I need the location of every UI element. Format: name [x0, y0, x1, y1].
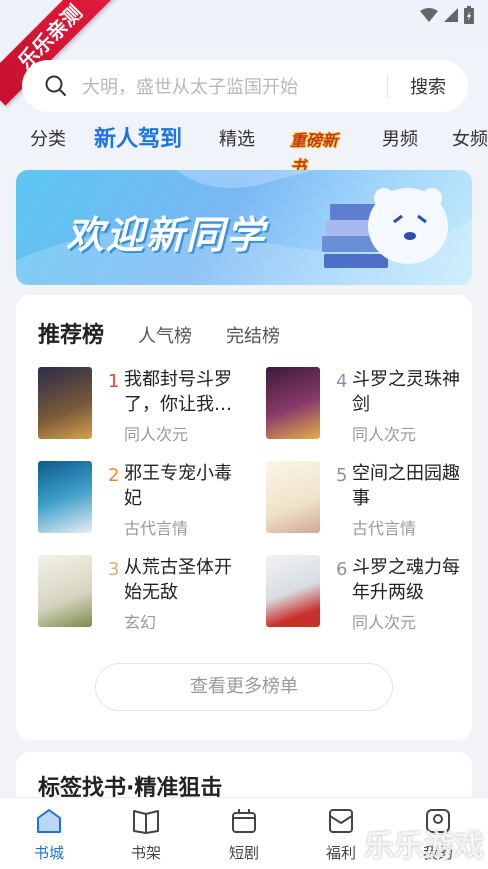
book-title: 我都封号斗罗了，你让我…	[124, 369, 232, 415]
nav-label: 书架	[130, 844, 161, 862]
rank-number: 5	[336, 465, 348, 486]
tab-female[interactable]: 女频	[452, 120, 488, 160]
nav-short-drama[interactable]: 短剧	[204, 806, 284, 863]
book-tag: 同人次元	[352, 425, 417, 444]
book-cover	[266, 555, 320, 627]
category-tabs: 分类 新人驾到 精选 重磅新书 男频 女频	[0, 120, 488, 176]
book-tag: 古代言情	[352, 519, 417, 538]
book-title: 斗罗之灵珠神剑	[352, 369, 460, 415]
book-item-6[interactable]: 6 斗罗之魂力每年升两级 同人次元	[266, 555, 466, 632]
tab-category[interactable]: 分类	[30, 120, 66, 160]
book-cover	[38, 555, 92, 627]
book-cover	[266, 367, 320, 439]
ranking-header: 推荐榜 人气榜 完结榜	[38, 317, 280, 349]
book-cover	[38, 367, 92, 439]
nav-bookshelf[interactable]: 书架	[106, 806, 186, 863]
banner-text: 欢迎新同学	[66, 213, 267, 257]
tab-new-books[interactable]: 重磅新书	[290, 128, 348, 176]
book-tag: 玄幻	[124, 613, 157, 632]
mascot-icon	[322, 188, 448, 268]
wifi-icon	[420, 8, 438, 22]
rank-number: 4	[336, 371, 348, 392]
book-title: 斗罗之魂力每年升两级	[352, 557, 460, 603]
more-rankings-button[interactable]: 查看更多榜单	[95, 663, 393, 711]
book-cover	[38, 461, 92, 533]
ranking-card: 推荐榜 人气榜 完结榜 1 我都封号斗罗了，你让我… 同人次元 2 邪王专宠小毒…	[16, 295, 472, 740]
book-item-4[interactable]: 4 斗罗之灵珠神剑 同人次元	[266, 367, 466, 444]
nav-label: 短剧	[228, 844, 259, 862]
tab-completed[interactable]: 完结榜	[226, 322, 280, 348]
bottom-nav: 书城 书架 短剧 福利 我的 乐乐游戏	[0, 797, 488, 869]
tv-icon	[232, 809, 256, 833]
nav-bookstore[interactable]: 书城	[9, 806, 89, 863]
book-tag: 同人次元	[352, 613, 417, 632]
welcome-banner[interactable]: 欢迎新同学	[16, 170, 472, 285]
status-icons	[420, 6, 474, 24]
book-item-1[interactable]: 1 我都封号斗罗了，你让我… 同人次元	[38, 367, 238, 444]
rank-number: 2	[108, 465, 120, 486]
book-icon	[133, 810, 159, 834]
book-cover	[266, 461, 320, 533]
envelope-icon	[329, 809, 353, 833]
rank-number: 3	[108, 559, 120, 580]
battery-icon	[464, 6, 474, 24]
home-icon	[37, 809, 61, 833]
tab-popular[interactable]: 人气榜	[138, 322, 192, 348]
book-title: 邪王专宠小毒妃	[124, 463, 232, 509]
ranking-title: 推荐榜	[38, 323, 105, 348]
search-icon	[45, 75, 66, 96]
search-button[interactable]: 搜索	[388, 73, 468, 99]
rank-number: 6	[336, 559, 348, 580]
watermark-corner: 乐乐游戏	[364, 829, 484, 864]
tab-male[interactable]: 男频	[382, 120, 418, 160]
book-item-5[interactable]: 5 空间之田园趣事 古代言情	[266, 461, 466, 538]
book-item-3[interactable]: 3 从荒古圣体开始无敌 玄幻	[38, 555, 238, 632]
signal-icon	[444, 8, 458, 22]
tab-newcomer[interactable]: 新人驾到	[94, 120, 182, 160]
book-tag: 古代言情	[124, 519, 189, 538]
search-bar[interactable]: 大明，盛世从太子监国开始 搜索	[22, 60, 468, 112]
search-input[interactable]: 大明，盛世从太子监国开始	[82, 73, 387, 99]
book-tag: 同人次元	[124, 425, 189, 444]
rank-number: 1	[108, 371, 120, 392]
book-title: 从荒古圣体开始无敌	[124, 557, 232, 603]
book-item-2[interactable]: 2 邪王专宠小毒妃 古代言情	[38, 461, 238, 538]
tab-featured[interactable]: 精选	[219, 120, 255, 160]
book-title: 空间之田园趣事	[352, 463, 460, 509]
nav-label: 书城	[33, 844, 64, 862]
